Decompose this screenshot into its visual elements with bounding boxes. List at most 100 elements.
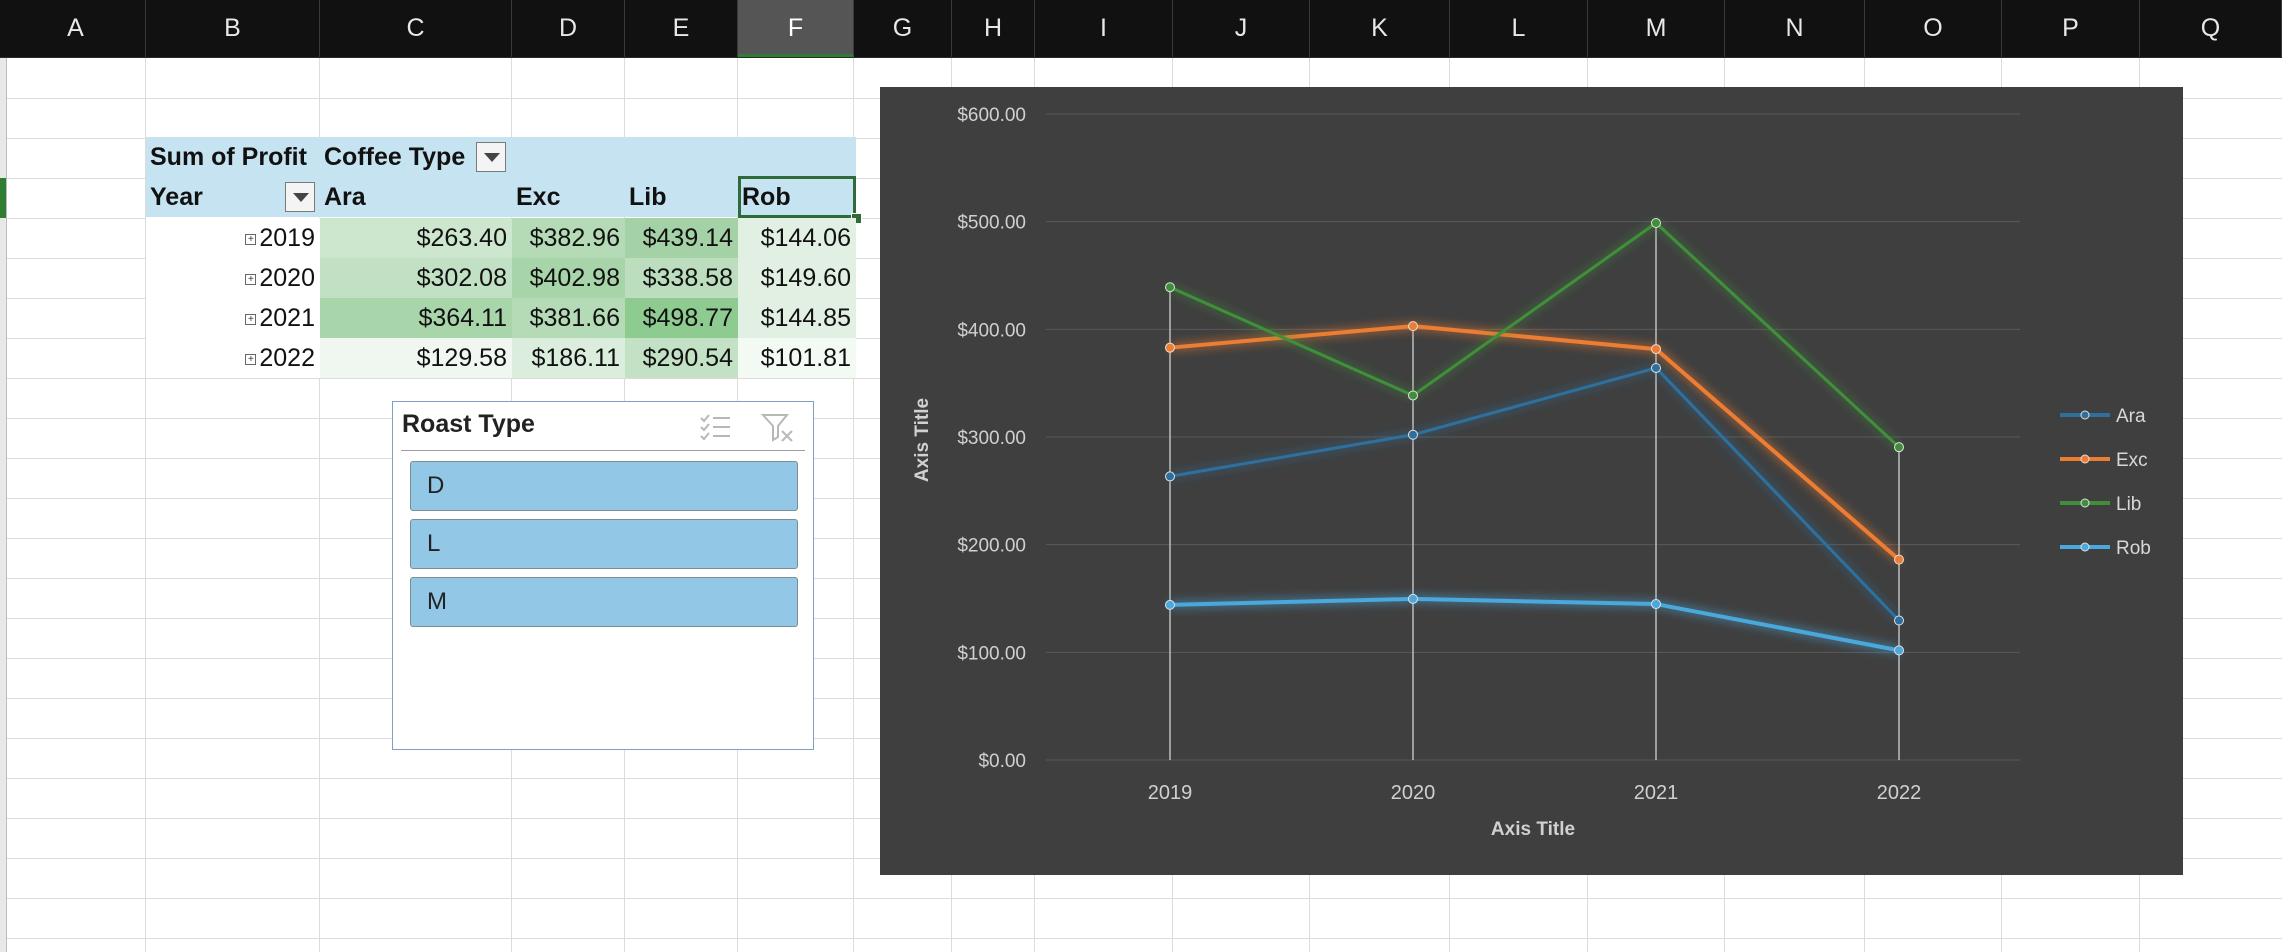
grid-row-line: [0, 898, 2282, 899]
data-point-rob: [1894, 645, 1904, 656]
column-header-e[interactable]: E: [625, 0, 738, 57]
column-header-c[interactable]: C: [320, 0, 512, 57]
data-point-lib: [1408, 390, 1418, 401]
active-row-marker: [0, 178, 6, 218]
multi-select-icon[interactable]: [698, 412, 732, 442]
column-header-g[interactable]: G: [854, 0, 952, 57]
legend-label-lib: Lib: [2116, 494, 2141, 515]
column-header-b[interactable]: B: [146, 0, 320, 57]
pivot-value-cell[interactable]: $439.14: [625, 218, 738, 258]
pivot-col-header-exc[interactable]: Exc: [512, 177, 625, 217]
column-header-i[interactable]: I: [1035, 0, 1173, 57]
data-point-ara: [1165, 471, 1175, 482]
pivot-col-header-lib[interactable]: Lib: [625, 177, 738, 217]
pivot-value-cell[interactable]: $144.85: [738, 298, 856, 338]
data-point-lib: [1894, 442, 1904, 453]
pivot-value-cell[interactable]: $186.11: [512, 338, 625, 378]
pivot-corner-label[interactable]: Sum of Profit: [146, 137, 320, 177]
legend-marker-ara: [2080, 410, 2090, 420]
pivot-row-label[interactable]: +2019: [146, 218, 320, 258]
expand-icon[interactable]: +: [245, 273, 257, 285]
pivot-column-field-label[interactable]: Coffee Type: [320, 137, 856, 177]
expand-icon[interactable]: +: [245, 313, 257, 325]
x-tick-label: 2020: [1391, 782, 1436, 804]
column-header-o[interactable]: O: [1865, 0, 2002, 57]
pivot-col-header-rob[interactable]: Rob: [738, 177, 856, 217]
column-header-p[interactable]: P: [2002, 0, 2140, 57]
pivot-year-text: 2022: [259, 344, 315, 372]
data-point-rob: [1651, 599, 1661, 610]
y-tick-label: $600.00: [957, 105, 1026, 126]
column-header-n[interactable]: N: [1725, 0, 1865, 57]
slicer-title: Roast Type: [402, 410, 535, 438]
data-point-exc: [1651, 344, 1661, 355]
data-point-lib: [1651, 217, 1661, 228]
pivot-value-cell[interactable]: $381.66: [512, 298, 625, 338]
pivot-value-cell[interactable]: $302.08: [320, 258, 512, 298]
data-point-lib: [1165, 282, 1175, 293]
data-point-ara: [1894, 615, 1904, 626]
y-tick-label: $200.00: [957, 536, 1026, 557]
column-header-j[interactable]: J: [1173, 0, 1310, 57]
column-header-d[interactable]: D: [512, 0, 625, 57]
pivot-value-cell[interactable]: $364.11: [320, 298, 512, 338]
data-point-rob: [1408, 593, 1418, 604]
pivot-value-cell[interactable]: $263.40: [320, 218, 512, 258]
x-axis-title: Axis Title: [1491, 819, 1575, 840]
legend-label-exc: Exc: [2116, 450, 2148, 471]
expand-icon[interactable]: +: [245, 233, 257, 245]
pivot-col-header-ara[interactable]: Ara: [320, 177, 512, 217]
series-line-ara: [1169, 366, 1901, 622]
slicer-item-m[interactable]: M: [410, 577, 798, 627]
y-tick-label: $500.00: [957, 213, 1026, 234]
y-tick-label: $0.00: [978, 751, 1026, 772]
data-point-ara: [1408, 429, 1418, 440]
profit-line-chart[interactable]: $0.00 $100.00 $200.00 $300.00 $400.00 $500.00…: [880, 87, 2183, 875]
y-tick-label: $400.00: [957, 320, 1026, 341]
pivot-year-text: 2021: [259, 304, 315, 332]
legend-label-rob: Rob: [2116, 538, 2151, 559]
pivot-row-label[interactable]: +2020: [146, 258, 320, 298]
column-header-a[interactable]: A: [6, 0, 146, 57]
slicer-item-d[interactable]: D: [410, 461, 798, 511]
clear-filter-icon[interactable]: [761, 412, 795, 444]
expand-icon[interactable]: +: [245, 353, 257, 365]
pivot-value-cell[interactable]: $402.98: [512, 258, 625, 298]
column-header-h[interactable]: H: [952, 0, 1035, 57]
data-point-exc: [1894, 554, 1904, 565]
pivot-value-cell[interactable]: $129.58: [320, 338, 512, 378]
series-line-lib: [1169, 221, 1901, 449]
data-point-exc: [1408, 321, 1418, 332]
pivot-value-cell[interactable]: $382.96: [512, 218, 625, 258]
series-line-rob: [1169, 596, 1900, 653]
pivot-value-cell[interactable]: $149.60: [738, 258, 856, 298]
column-header-l[interactable]: L: [1450, 0, 1588, 57]
coffee-type-filter-button[interactable]: [476, 142, 506, 172]
slicer-item-l[interactable]: L: [410, 519, 798, 569]
pivot-value-cell[interactable]: $144.06: [738, 218, 856, 258]
pivot-value-cell[interactable]: $101.81: [738, 338, 856, 378]
x-tick-label: 2022: [1877, 782, 1922, 804]
x-tick-label: 2019: [1148, 782, 1193, 804]
pivot-row-label[interactable]: +2022: [146, 338, 320, 378]
x-tick-label: 2021: [1634, 782, 1679, 804]
pivot-value-cell[interactable]: $498.77: [625, 298, 738, 338]
column-header-k[interactable]: K: [1310, 0, 1450, 57]
data-point-ara: [1651, 362, 1661, 373]
roast-type-slicer[interactable]: Roast Type D L M: [392, 401, 814, 750]
y-tick-label: $300.00: [957, 428, 1026, 449]
grid-row-line: [0, 938, 2282, 939]
year-filter-button[interactable]: [285, 182, 315, 212]
column-header-m[interactable]: M: [1588, 0, 1725, 57]
slicer-divider: [401, 450, 805, 451]
column-header-q[interactable]: Q: [2140, 0, 2282, 57]
pivot-row-label[interactable]: +2021: [146, 298, 320, 338]
y-axis-title: Axis Title: [912, 398, 933, 482]
pivot-value-cell[interactable]: $290.54: [625, 338, 738, 378]
column-header-f[interactable]: F: [738, 0, 854, 57]
series-line-exc: [1169, 324, 1901, 562]
column-header-bar: ABCDEFGHIJKLMNOPQ: [0, 0, 2282, 58]
data-point-exc: [1165, 342, 1175, 353]
pivot-value-cell[interactable]: $338.58: [625, 258, 738, 298]
pivot-year-text: 2020: [259, 264, 315, 292]
